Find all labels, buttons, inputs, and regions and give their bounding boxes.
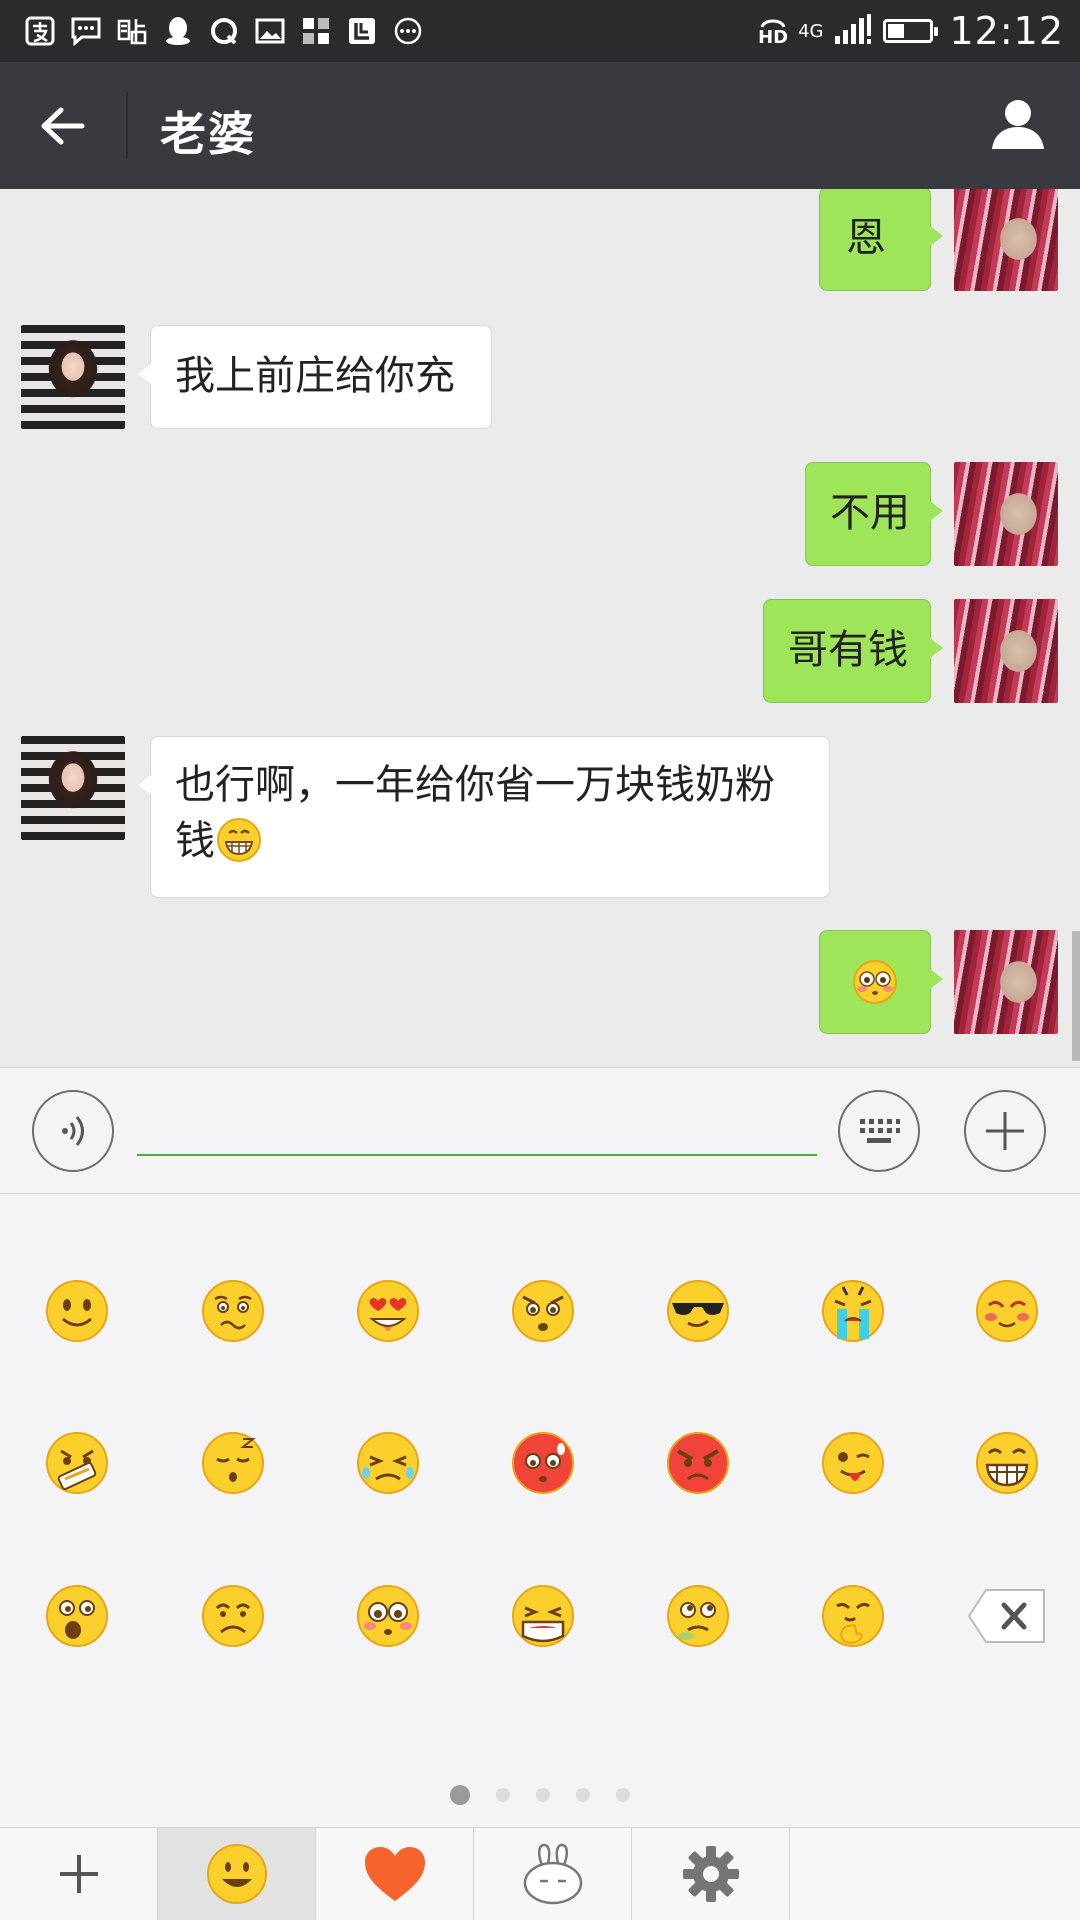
avatar[interactable] bbox=[954, 599, 1058, 703]
message-icon bbox=[70, 15, 102, 47]
heart-eyes-emoji[interactable] bbox=[353, 1276, 423, 1346]
back-button[interactable] bbox=[30, 94, 94, 158]
keyboard-icon bbox=[860, 1119, 900, 1143]
tab-settings[interactable] bbox=[632, 1828, 790, 1920]
message-text: 也行啊，一年给你省一万块钱奶粉钱 bbox=[175, 762, 775, 864]
battery-icon bbox=[883, 19, 939, 43]
message-bubble[interactable]: 也行啊，一年给你省一万块钱奶粉钱 bbox=[138, 736, 830, 898]
scream-emoji[interactable] bbox=[508, 1581, 578, 1651]
emoji-delete-button[interactable] bbox=[966, 1586, 1048, 1646]
sleepy-emoji[interactable] bbox=[198, 1428, 268, 1498]
more-actions-button[interactable] bbox=[964, 1090, 1046, 1172]
page-dot[interactable] bbox=[616, 1788, 630, 1802]
avatar[interactable] bbox=[954, 930, 1058, 1034]
smiley-icon bbox=[206, 1844, 267, 1904]
emoji-tab-bar bbox=[0, 1827, 1080, 1920]
plus-icon bbox=[59, 1855, 98, 1893]
backspace-icon bbox=[967, 1589, 1045, 1643]
scrollbar[interactable] bbox=[1072, 931, 1080, 1061]
avatar[interactable] bbox=[954, 462, 1058, 566]
status-left-icons bbox=[24, 15, 424, 47]
tab-sticker-pack[interactable] bbox=[474, 1828, 632, 1920]
page-dot[interactable] bbox=[450, 1785, 470, 1805]
clock: 12:12 bbox=[949, 9, 1064, 53]
avatar[interactable] bbox=[954, 189, 1058, 291]
keyboard-button[interactable] bbox=[838, 1090, 920, 1172]
message-input[interactable] bbox=[137, 1094, 817, 1156]
page-dot[interactable] bbox=[576, 1788, 590, 1802]
tongue-emoji[interactable] bbox=[818, 1428, 888, 1498]
message-text: 恩 bbox=[846, 215, 886, 261]
shy-emoji[interactable] bbox=[972, 1276, 1042, 1346]
worried-emoji[interactable] bbox=[198, 1276, 268, 1346]
plus-icon bbox=[986, 1112, 1024, 1150]
rabbit-icon bbox=[523, 1843, 582, 1905]
message-bubble[interactable]: 哥有钱 bbox=[763, 599, 943, 703]
flushed-emoji[interactable] bbox=[353, 1581, 423, 1651]
voice-button[interactable] bbox=[32, 1090, 114, 1172]
stare-emoji[interactable] bbox=[508, 1276, 578, 1346]
grin-emoji bbox=[217, 818, 261, 862]
apps-icon bbox=[300, 15, 332, 47]
leshi-icon bbox=[346, 15, 378, 47]
smile-emoji[interactable] bbox=[42, 1276, 112, 1346]
avatar[interactable] bbox=[21, 325, 125, 429]
giggle-emoji[interactable] bbox=[818, 1581, 888, 1651]
message-text: 不用 bbox=[830, 490, 910, 536]
tab-add[interactable] bbox=[0, 1828, 158, 1920]
page-dot[interactable] bbox=[496, 1788, 510, 1802]
status-right: HD 4G 12:12 bbox=[758, 9, 1064, 53]
tab-emoji[interactable] bbox=[158, 1828, 316, 1920]
contact-profile-button[interactable] bbox=[986, 92, 1050, 156]
message-text: 哥有钱 bbox=[788, 627, 908, 673]
chat-title: 老婆 bbox=[160, 107, 256, 161]
person-icon bbox=[992, 100, 1044, 149]
grin-emoji[interactable] bbox=[972, 1428, 1042, 1498]
header-divider bbox=[126, 92, 128, 158]
input-bar bbox=[0, 1067, 1080, 1194]
emoji-panel bbox=[0, 1194, 1080, 1827]
avatar[interactable] bbox=[21, 736, 125, 840]
more-icon bbox=[392, 15, 424, 47]
voice-icon bbox=[62, 1116, 84, 1146]
cool-emoji[interactable] bbox=[663, 1276, 733, 1346]
message-bubble[interactable]: 不用 bbox=[805, 462, 943, 566]
page-indicator bbox=[0, 1785, 1080, 1805]
gallery-icon bbox=[254, 15, 286, 47]
angry-emoji[interactable] bbox=[663, 1428, 733, 1498]
alipay-icon bbox=[24, 15, 56, 47]
signal-icon bbox=[833, 12, 873, 50]
chat-app: HD 4G 12:12 老婆 恩 我上前庄给你充 不用 哥有钱 也行啊，一年给你… bbox=[0, 0, 1080, 1920]
message-bubble[interactable]: 恩 bbox=[819, 189, 943, 291]
qq-icon bbox=[162, 15, 194, 47]
message-list[interactable]: 恩 我上前庄给你充 不用 哥有钱 也行啊，一年给你省一万块钱奶粉钱 bbox=[0, 189, 1080, 1067]
flushed-emoji bbox=[853, 960, 897, 1004]
tab-favorites[interactable] bbox=[316, 1828, 474, 1920]
page-dot[interactable] bbox=[536, 1788, 550, 1802]
message-text: 我上前庄给你充 bbox=[175, 353, 455, 399]
crying-emoji[interactable] bbox=[818, 1276, 888, 1346]
shush-emoji[interactable] bbox=[42, 1428, 112, 1498]
message-bubble[interactable] bbox=[819, 930, 943, 1034]
sweat-emoji[interactable] bbox=[663, 1581, 733, 1651]
chat-header: 老婆 bbox=[0, 62, 1080, 189]
phone-hd-icon: HD bbox=[758, 15, 788, 47]
tearful-emoji[interactable] bbox=[353, 1428, 423, 1498]
sad-emoji[interactable] bbox=[198, 1581, 268, 1651]
message-bubble[interactable]: 我上前庄给你充 bbox=[138, 325, 492, 429]
qzone-icon bbox=[208, 15, 240, 47]
back-arrow-icon bbox=[41, 107, 85, 145]
tieba-icon bbox=[116, 15, 148, 47]
surprised-emoji[interactable] bbox=[42, 1581, 112, 1651]
heart-icon bbox=[364, 1847, 425, 1901]
embarrassed-emoji[interactable] bbox=[508, 1428, 578, 1498]
battery-level bbox=[888, 24, 905, 38]
settings-icon bbox=[682, 1846, 739, 1902]
network-type: 4G bbox=[798, 20, 824, 42]
status-bar: HD 4G 12:12 bbox=[0, 0, 1080, 62]
